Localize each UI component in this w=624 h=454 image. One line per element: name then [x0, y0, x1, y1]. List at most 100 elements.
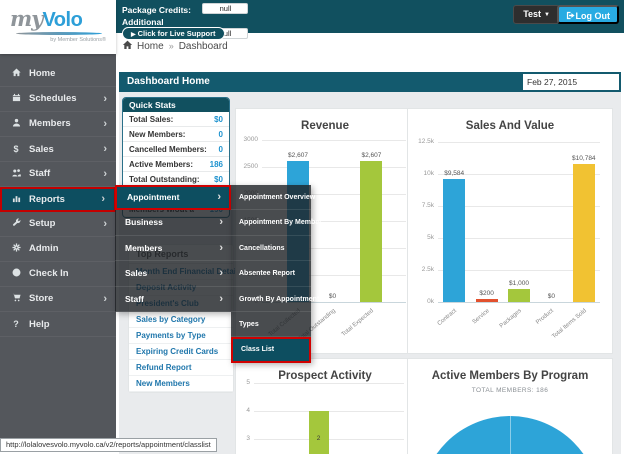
gridline	[262, 167, 406, 168]
sidebar-item-check-in[interactable]: Check In	[0, 262, 116, 287]
submenu-item-class-list[interactable]: Class List	[231, 337, 311, 362]
sidebar-item-label: Home	[29, 68, 55, 79]
top-report-link-sales-by-category[interactable]: Sales by Category	[129, 312, 233, 328]
gridline	[438, 142, 600, 143]
bar-prospect-activity	[309, 411, 329, 454]
y-tick-label: 4	[236, 407, 250, 414]
top-report-link-new-members[interactable]: New Members	[129, 376, 233, 392]
menu-item-label: Sales	[125, 268, 147, 278]
gear-icon	[10, 237, 22, 261]
menu-item-appointment[interactable]: Appointment›	[115, 185, 231, 210]
home-icon	[10, 62, 22, 86]
y-tick-label: 3	[236, 435, 250, 442]
sidebar-item-staff[interactable]: Staff›	[0, 162, 116, 187]
sidebar-item-label: Check In	[29, 268, 69, 279]
bar-data-label: $200	[467, 290, 507, 297]
submenu-item-cancellations[interactable]: Cancellations	[231, 236, 311, 261]
prospect-activity-chart-card: Prospect Activity2543	[235, 358, 415, 454]
wrench-icon	[10, 212, 22, 236]
sidebar-item-label: Store	[29, 293, 53, 304]
sidebar-item-admin[interactable]: Admin	[0, 237, 116, 262]
quick-stat-label: Active Members:	[129, 157, 193, 171]
sidebar-item-members[interactable]: Members ›	[0, 112, 116, 137]
submenu-item-growth-by-appointment[interactable]: Growth By Appointment	[231, 287, 311, 312]
chevron-right-icon: ›	[103, 212, 107, 236]
sidebar-item-reports[interactable]: Reports›	[0, 187, 116, 212]
logout-icon	[566, 11, 575, 20]
chevron-down-icon: ▼	[544, 12, 550, 18]
y-tick-label: 3000	[236, 136, 258, 143]
top-report-link-payments-by-type[interactable]: Payments by Type	[129, 328, 233, 344]
sidebar-item-sales[interactable]: $Sales›	[0, 137, 116, 162]
bar-total-items-sold	[573, 164, 595, 302]
credits-block: Package Credits: null Additional Credits…	[122, 2, 248, 30]
bar-contract	[443, 179, 465, 302]
bar-data-label: $2,607	[351, 152, 391, 159]
date-input[interactable]: Feb 27, 2015	[523, 74, 619, 90]
sidebar-item-label: Staff	[29, 168, 50, 179]
chevron-right-icon: ›	[219, 236, 223, 261]
bar-data-label: $10,784	[564, 155, 604, 162]
y-tick-label: 0k	[408, 298, 434, 305]
dollar-icon: $	[10, 137, 22, 162]
menu-item-label: Types	[239, 321, 259, 328]
breadcrumb-current: Dashboard	[179, 41, 228, 52]
submenu-item-absentee-report[interactable]: Absentee Report	[231, 261, 311, 286]
sidebar-item-store[interactable]: Store›	[0, 287, 116, 312]
sidebar-item-home[interactable]: Home	[0, 62, 116, 87]
menu-item-label: Class List	[241, 346, 274, 353]
chevron-right-icon: ›	[101, 189, 105, 210]
sidebar-item-setup[interactable]: Setup›	[0, 212, 116, 237]
x-axis-label: Total Expected	[329, 308, 376, 349]
menu-item-business[interactable]: Business›	[115, 210, 231, 235]
user-menu-button[interactable]: Test▼	[513, 5, 560, 24]
logout-button[interactable]: Log Out	[557, 5, 620, 24]
y-tick-label: 2500	[236, 163, 258, 170]
logo-volo: Volo	[42, 9, 82, 31]
calendar-icon	[10, 87, 22, 111]
chevron-right-icon: ›	[103, 112, 107, 136]
staff-icon	[10, 162, 22, 186]
reports-flyout-menu: Appointment›Business›Members›Sales›Staff…	[115, 185, 231, 312]
y-tick-label: 10k	[408, 170, 434, 177]
page-title-bar: Dashboard Home Feb 27, 2015	[119, 72, 621, 92]
menu-item-label: Members	[125, 243, 162, 253]
chevron-right-icon: ›	[103, 87, 107, 111]
myvolo-logo[interactable]: myVolo by Member Solutions®	[0, 0, 116, 54]
breadcrumb-home[interactable]: Home	[137, 41, 164, 52]
menu-item-staff[interactable]: Staff›	[115, 287, 231, 312]
quick-stat-row-total-sales: Total Sales:$0	[123, 112, 229, 127]
appointment-flyout-menu: Appointment OverviewAppointment By Membe…	[231, 185, 311, 363]
bar-service	[476, 299, 498, 302]
bar-data-label: $2,607	[278, 152, 318, 159]
sidebar-item-label: Members	[29, 118, 71, 129]
menu-item-members[interactable]: Members ›	[115, 236, 231, 261]
menu-item-sales[interactable]: Sales ›	[115, 261, 231, 286]
top-report-link-refund-report[interactable]: Refund Report	[129, 360, 233, 376]
quick-stat-label: Total Outstanding:	[129, 172, 200, 186]
y-tick-label: 2.5k	[408, 266, 434, 273]
y-tick-label: 12.5k	[408, 138, 434, 145]
sidebar-item-schedules[interactable]: Schedules›	[0, 87, 116, 112]
menu-item-label: Appointment	[127, 192, 179, 202]
quick-stat-row-cancelled-members: Cancelled Members:0	[123, 142, 229, 157]
sidebar-item-help[interactable]: ?Help	[0, 312, 116, 337]
top-report-link-expiring-credit-cards[interactable]: Expiring Credit Cards	[129, 344, 233, 360]
quick-stat-label: Cancelled Members:	[129, 142, 207, 156]
submenu-item-types[interactable]: Types	[231, 312, 311, 337]
bar-data-label: $9,584	[434, 170, 474, 177]
y-tick-label: 5	[236, 379, 250, 386]
bar-data-label: $1,000	[499, 280, 539, 287]
help-icon: ?	[10, 312, 22, 337]
submenu-item-appointment-overview[interactable]: Appointment Overview	[231, 185, 311, 210]
sales-and-value-chart-card: Sales And Value$9,584$200$1,000$0$10,784…	[407, 108, 613, 354]
bar-chart-plot: 2	[254, 383, 404, 454]
quick-stats-title: Quick Stats	[123, 98, 229, 112]
chevron-right-icon: ›	[219, 287, 223, 312]
submenu-item-appointment-by-member[interactable]: Appointment By Member	[231, 210, 311, 235]
package-credits-value[interactable]: null	[202, 3, 248, 14]
quick-stat-row-new-members: New Members:0	[123, 127, 229, 142]
live-support-button[interactable]: ▶Click for Live Support	[122, 27, 225, 40]
gridline	[254, 383, 404, 384]
chevron-right-icon: ›	[219, 261, 223, 286]
